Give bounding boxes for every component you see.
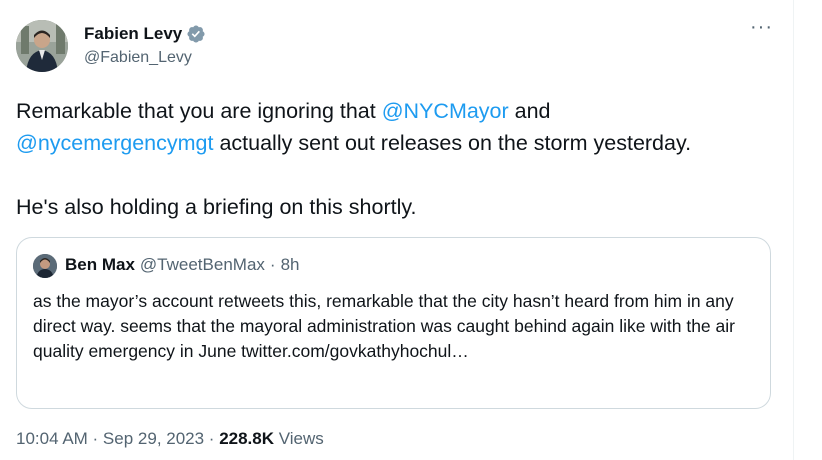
- verified-badge-icon: [187, 25, 205, 43]
- tweet-header: Fabien Levy @Fabien_Levy: [16, 20, 772, 76]
- tweet-timestamp[interactable]: 10:04 AM · Sep 29, 2023 ·: [16, 429, 219, 448]
- quoted-author-handle[interactable]: @TweetBenMax: [140, 255, 265, 275]
- tweet-text-segment: Remarkable that you are ignoring that: [16, 99, 382, 123]
- views-label: Views: [274, 429, 324, 448]
- quoted-author-avatar[interactable]: [33, 254, 57, 278]
- quoted-tweet-time[interactable]: 8h: [281, 255, 300, 275]
- author-avatar[interactable]: [16, 20, 68, 72]
- tweet-text: Remarkable that you are ignoring that @N…: [16, 95, 776, 223]
- separator-dot: ·: [269, 255, 276, 274]
- tweet-text-segment: and: [508, 99, 551, 123]
- quoted-tweet-header: Ben Max @TweetBenMax · 8h: [65, 255, 300, 275]
- profile-photo-icon: [16, 20, 68, 72]
- timeline-border: [793, 0, 794, 460]
- author-name-row: Fabien Levy: [84, 24, 206, 44]
- mention-link-nycemergencymgt[interactable]: @nycemergencymgt: [16, 131, 213, 155]
- author-display-name[interactable]: Fabien Levy: [84, 24, 182, 44]
- more-options-button[interactable]: ···: [750, 17, 773, 37]
- profile-photo-icon: [33, 254, 57, 278]
- tweet-meta: 10:04 AM · Sep 29, 2023 · 228.8K Views: [16, 429, 324, 449]
- tweet-paragraph-2: He's also holding a briefing on this sho…: [16, 195, 417, 219]
- quoted-author-name[interactable]: Ben Max: [65, 255, 135, 275]
- quoted-tweet-text: as the mayor’s account retweets this, re…: [33, 291, 735, 361]
- views-count: 228.8K: [219, 429, 275, 448]
- author-handle[interactable]: @Fabien_Levy: [84, 49, 192, 67]
- tweet-paragraph-1: Remarkable that you are ignoring that @N…: [16, 95, 776, 159]
- tweet-text-segment: actually sent out releases on the storm …: [213, 131, 692, 155]
- quoted-tweet-card[interactable]: Ben Max @TweetBenMax · 8h as the mayor’s…: [16, 237, 771, 409]
- mention-link-nycmayor[interactable]: @NYCMayor: [382, 99, 509, 123]
